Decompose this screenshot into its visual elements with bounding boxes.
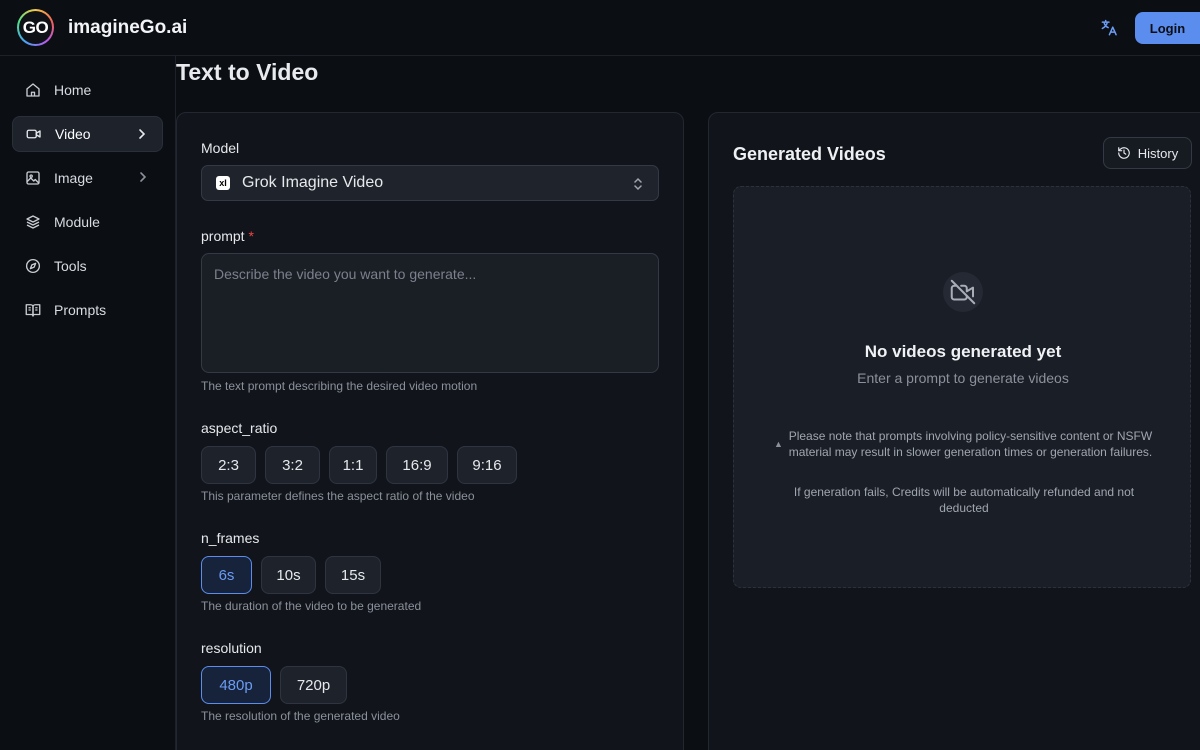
- aspect-ratio-option[interactable]: 16:9: [386, 446, 448, 484]
- n-frames-label: n_frames: [201, 530, 260, 546]
- policy-notice-text: Please note that prompts involving polic…: [788, 429, 1153, 459]
- resolution-option-selected[interactable]: 480p: [201, 666, 271, 704]
- empty-state: No videos generated yet Enter a prompt t…: [733, 186, 1191, 588]
- sidebar-item-label: Video: [55, 126, 91, 142]
- generated-videos-panel: Generated Videos History No videos gener…: [708, 112, 1200, 750]
- n-frames-option[interactable]: 10s: [261, 556, 316, 594]
- model-select-value: Grok Imagine Video: [242, 174, 384, 191]
- sidebar-item-label: Home: [54, 82, 92, 98]
- logo[interactable]: GO: [17, 9, 54, 46]
- sidebar-item-label: Image: [54, 170, 93, 186]
- logo-text: GO: [19, 11, 52, 44]
- model-select[interactable]: xI Grok Imagine Video: [201, 165, 659, 201]
- translate-icon[interactable]: [1099, 18, 1119, 38]
- top-header: GO imagineGo.ai Login: [0, 0, 1200, 56]
- sidebar-item-image[interactable]: Image: [12, 160, 163, 196]
- sidebar-item-module[interactable]: Module: [12, 204, 163, 240]
- resolution-option[interactable]: 720p: [280, 666, 347, 704]
- resolution-hint: The resolution of the generated video: [201, 709, 400, 723]
- prompt-input[interactable]: [201, 253, 659, 373]
- sidebar-item-prompts[interactable]: Prompts: [12, 292, 163, 328]
- image-icon: [26, 171, 40, 185]
- page-title: Text to Video: [176, 59, 319, 85]
- chevron-right-icon: [140, 172, 147, 182]
- empty-state-title: No videos generated yet: [864, 342, 1062, 361]
- resolution-options: 480p 720p: [201, 666, 347, 704]
- book-icon: [25, 304, 41, 317]
- n-frames-option-selected[interactable]: 6s: [201, 556, 252, 594]
- aspect-ratio-option[interactable]: 9:16: [457, 446, 517, 484]
- generation-form-panel: Model xI Grok Imagine Video prompt * The…: [176, 112, 684, 750]
- grok-logo-icon: xI: [216, 176, 230, 190]
- history-button[interactable]: History: [1103, 137, 1192, 169]
- sidebar-item-label: Prompts: [54, 302, 107, 318]
- home-icon: [26, 83, 40, 97]
- chevron-up-down-icon: [634, 177, 642, 191]
- prompt-label: prompt *: [201, 228, 254, 244]
- empty-state-subtitle: Enter a prompt to generate videos: [857, 370, 1069, 386]
- refund-notice: If generation fails, Credits will be aut…: [793, 485, 1135, 515]
- generated-videos-title: Generated Videos: [733, 144, 886, 164]
- n-frames-options: 6s 10s 15s: [201, 556, 381, 594]
- prompt-hint: The text prompt describing the desired v…: [201, 379, 478, 393]
- n-frames-option[interactable]: 15s: [325, 556, 381, 594]
- video-icon: [26, 129, 41, 139]
- sidebar-item-video[interactable]: Video: [12, 116, 163, 152]
- resolution-label: resolution: [201, 640, 262, 656]
- history-icon: [1117, 147, 1130, 159]
- chevron-right-icon: [139, 129, 146, 139]
- compass-icon: [25, 258, 41, 274]
- aspect-ratio-option[interactable]: 3:2: [265, 446, 320, 484]
- warning-icon: ▲: [774, 439, 783, 449]
- required-mark: *: [248, 228, 254, 244]
- policy-notice: ▲ Please note that prompts involving pol…: [774, 428, 1154, 460]
- sidebar-item-home[interactable]: Home: [12, 72, 163, 108]
- aspect-ratio-hint: This parameter defines the aspect ratio …: [201, 489, 475, 503]
- video-off-icon: [950, 279, 976, 305]
- sidebar-item-label: Module: [54, 214, 100, 230]
- sidebar: Home Video Image Module Tools Prompts: [0, 56, 176, 750]
- model-label: Model: [201, 140, 240, 156]
- aspect-ratio-option[interactable]: 1:1: [329, 446, 377, 484]
- history-label: History: [1137, 145, 1179, 161]
- aspect-ratio-label: aspect_ratio: [201, 420, 278, 436]
- n-frames-hint: The duration of the video to be generate…: [201, 599, 422, 613]
- layers-icon: [26, 215, 40, 229]
- sidebar-item-label: Tools: [54, 258, 87, 274]
- aspect-ratio-options: 2:3 3:2 1:1 16:9 9:16: [201, 446, 517, 484]
- prompt-label-text: prompt: [201, 228, 245, 244]
- login-button[interactable]: Login: [1135, 12, 1200, 44]
- aspect-ratio-option[interactable]: 2:3: [201, 446, 256, 484]
- sidebar-item-tools[interactable]: Tools: [12, 248, 163, 284]
- empty-state-icon-wrap: [943, 272, 983, 312]
- brand-name[interactable]: imagineGo.ai: [68, 17, 187, 39]
